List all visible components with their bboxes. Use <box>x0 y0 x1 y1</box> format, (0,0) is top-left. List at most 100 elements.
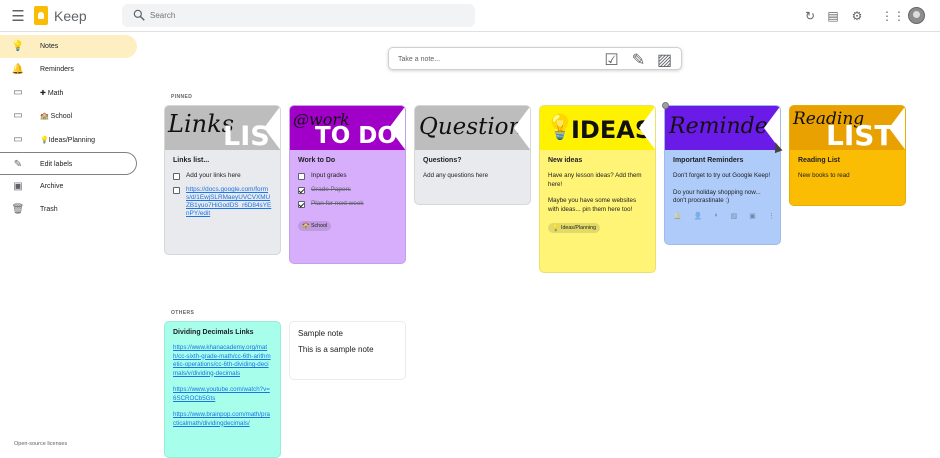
sidebar-item-label: School <box>50 113 73 120</box>
apps-icon[interactable]: ⋮⋮ <box>881 9 905 23</box>
label-chip-ideas-planning[interactable]: 💡 Ideas/Planning <box>548 223 601 233</box>
checkbox-list-icon[interactable]: ☑ <box>604 52 618 69</box>
note-title: Important Reminders <box>673 157 744 164</box>
pinned-label: PINNED <box>171 94 193 100</box>
plus-icon: ✚ <box>40 90 48 97</box>
note-reading-list[interactable]: Reading LIST Reading List New books to r… <box>789 105 906 206</box>
note-text: New books to read <box>798 172 850 179</box>
link-text[interactable]: https://www.youtube.com/watch?v=6SCROCb5… <box>173 386 272 403</box>
note-new-ideas[interactable]: 💡 IDEAS New ideas Have any lesson ideas?… <box>539 105 656 273</box>
note-work-to-do[interactable]: @work TO DO Work to Do Input grades Grad… <box>289 105 406 264</box>
list-view-icon[interactable]: ▤ <box>826 9 840 23</box>
note-sample[interactable]: Sample note This is a sample note <box>289 321 406 380</box>
palette-icon[interactable]: ◐ <box>714 212 718 220</box>
search-bar[interactable] <box>122 4 475 27</box>
banner-block-text: LIST <box>826 119 894 150</box>
checkbox-icon[interactable] <box>173 187 180 194</box>
refresh-icon[interactable]: ↻ <box>803 9 817 23</box>
note-text: Have any lesson ideas? Add them here! <box>548 172 642 188</box>
checkbox-icon[interactable] <box>298 173 305 180</box>
checklist-text: Input grades <box>311 172 347 179</box>
image-icon[interactable]: ▨ <box>657 52 672 69</box>
note-links[interactable]: Links LIST Links list... Add your links … <box>164 105 281 255</box>
checkbox-icon[interactable] <box>173 173 180 180</box>
banner-script-text: Questions <box>419 114 530 140</box>
checklist-item[interactable]: https://docs.google.com/forms/d/1EwjSLRM… <box>173 186 272 218</box>
sidebar-item-label: ✚ Math <box>40 89 63 97</box>
select-note-icon[interactable] <box>662 102 669 109</box>
note-title: Questions? <box>423 157 462 164</box>
checked-checkbox-icon[interactable] <box>298 201 305 208</box>
checklist-item[interactable]: Add your links here <box>173 172 272 180</box>
banner-work-to-do: @work TO DO <box>290 106 405 150</box>
note-title: Links list... <box>173 157 210 164</box>
sidebar-item-label: Trash <box>40 206 58 213</box>
banner-ideas: 💡 IDEAS <box>540 106 655 150</box>
sidebar-item-trash[interactable]: 🗑 Trash <box>0 198 137 221</box>
label-chip-text: Ideas/Planning <box>561 225 597 231</box>
checklist-text: Add your links here <box>186 172 241 179</box>
note-body: Sample note This is a sample note <box>290 322 405 363</box>
link-text[interactable]: https://www.khanacademy.org/math/cc-sixt… <box>173 344 272 378</box>
link-text[interactable]: https://docs.google.com/forms/d/1EwjSLRM… <box>186 186 272 218</box>
label-icon: ▭ <box>13 109 23 121</box>
note-text: This is a sample note <box>298 345 374 354</box>
label-chip-school[interactable]: 🏫 School <box>298 220 332 231</box>
reminder-icon[interactable]: 🔔 <box>673 212 682 220</box>
note-text: Add any questions here <box>423 172 489 179</box>
sidebar-item-label: Archive <box>40 183 64 190</box>
sidebar-item-edit-labels[interactable]: ✎ Edit labels <box>0 152 137 175</box>
search-icon[interactable] <box>132 8 146 22</box>
note-questions[interactable]: Questions Questions? Add any questions h… <box>414 105 531 205</box>
checked-checkbox-icon[interactable] <box>298 187 305 194</box>
collaborator-icon[interactable]: 👤 <box>694 212 703 220</box>
settings-icon[interactable]: ⚙ <box>850 9 864 23</box>
checklist-item[interactable]: Grade Papers <box>298 186 397 194</box>
banner-script-text: Reminders <box>669 114 780 139</box>
lightbulb-icon: 💡 <box>40 137 49 144</box>
lightbulb-icon: 💡 <box>552 225 560 232</box>
banner-reminders: Reminders <box>665 106 780 150</box>
sidebar-item-school[interactable]: ▭ 🏫 School <box>0 104 137 127</box>
sidebar-item-label: Ideas/Planning <box>48 137 96 144</box>
archive-icon[interactable]: ▣ <box>749 212 756 220</box>
others-label: OTHERS <box>171 310 195 316</box>
note-title: Dividing Decimals Links <box>173 329 254 336</box>
sidebar-item-ideas-planning[interactable]: ▭ 💡Ideas/Planning <box>0 128 137 151</box>
sidebar-item-reminders[interactable]: 🔔 Reminders <box>0 58 137 81</box>
take-note-box[interactable]: Take a note... ☑ ✎ ▨ <box>388 47 682 70</box>
take-note-input[interactable]: Take a note... <box>398 56 440 63</box>
sidebar-item-label: Reminders <box>40 66 74 73</box>
note-important-reminders[interactable]: Reminders Important Reminders Don't forg… <box>664 105 781 245</box>
link-text[interactable]: https://www.brainpop.com/math/practicalm… <box>173 411 272 428</box>
banner-questions: Questions <box>415 106 530 150</box>
sidebar-item-label: Notes <box>40 43 59 50</box>
sidebar-item-math[interactable]: ▭ ✚ Math <box>0 81 137 104</box>
school-icon: 🏫 <box>40 113 51 120</box>
sidebar-item-archive[interactable]: ▣ Archive <box>0 175 137 198</box>
pencil-icon[interactable]: ✎ <box>632 52 645 69</box>
search-input[interactable] <box>150 7 450 24</box>
more-icon[interactable]: ⋮ <box>768 212 775 220</box>
note-title: Reading List <box>798 157 841 164</box>
image-icon[interactable]: ▨ <box>731 212 738 220</box>
sidebar-item-notes[interactable]: 💡 Notes <box>0 35 137 58</box>
note-dividing-decimals[interactable]: Dividing Decimals Links https://www.khan… <box>164 321 281 458</box>
sidebar-item-label: Math <box>47 90 64 97</box>
note-text: Don't forget to try out Google Keep! <box>673 172 771 179</box>
sidebar-item-label: Edit labels <box>40 161 73 168</box>
school-icon: 🏫 <box>302 223 310 229</box>
app-title[interactable]: Keep <box>54 8 87 24</box>
checklist-item[interactable]: Input grades <box>298 172 397 180</box>
note-title: Work to Do <box>298 157 336 164</box>
sidebar-item-label: 🏫 School <box>40 112 72 120</box>
top-bar: ☰ Keep ↻ ▤ ⚙ ⋮⋮ <box>0 0 940 32</box>
keep-logo-icon[interactable] <box>34 6 48 25</box>
note-body: Dividing Decimals Links https://www.khan… <box>165 322 280 436</box>
sidebar: 💡 Notes 🔔 Reminders ▭ ✚ Math ▭ 🏫 School ▭ 💡Id… <box>0 34 140 458</box>
menu-icon[interactable]: ☰ <box>9 7 27 25</box>
open-source-licenses-link[interactable]: Open-source licenses <box>14 441 67 447</box>
avatar[interactable] <box>908 7 925 24</box>
checklist-item[interactable]: Plan for next week <box>298 200 397 208</box>
banner-links: Links LIST <box>165 106 280 150</box>
